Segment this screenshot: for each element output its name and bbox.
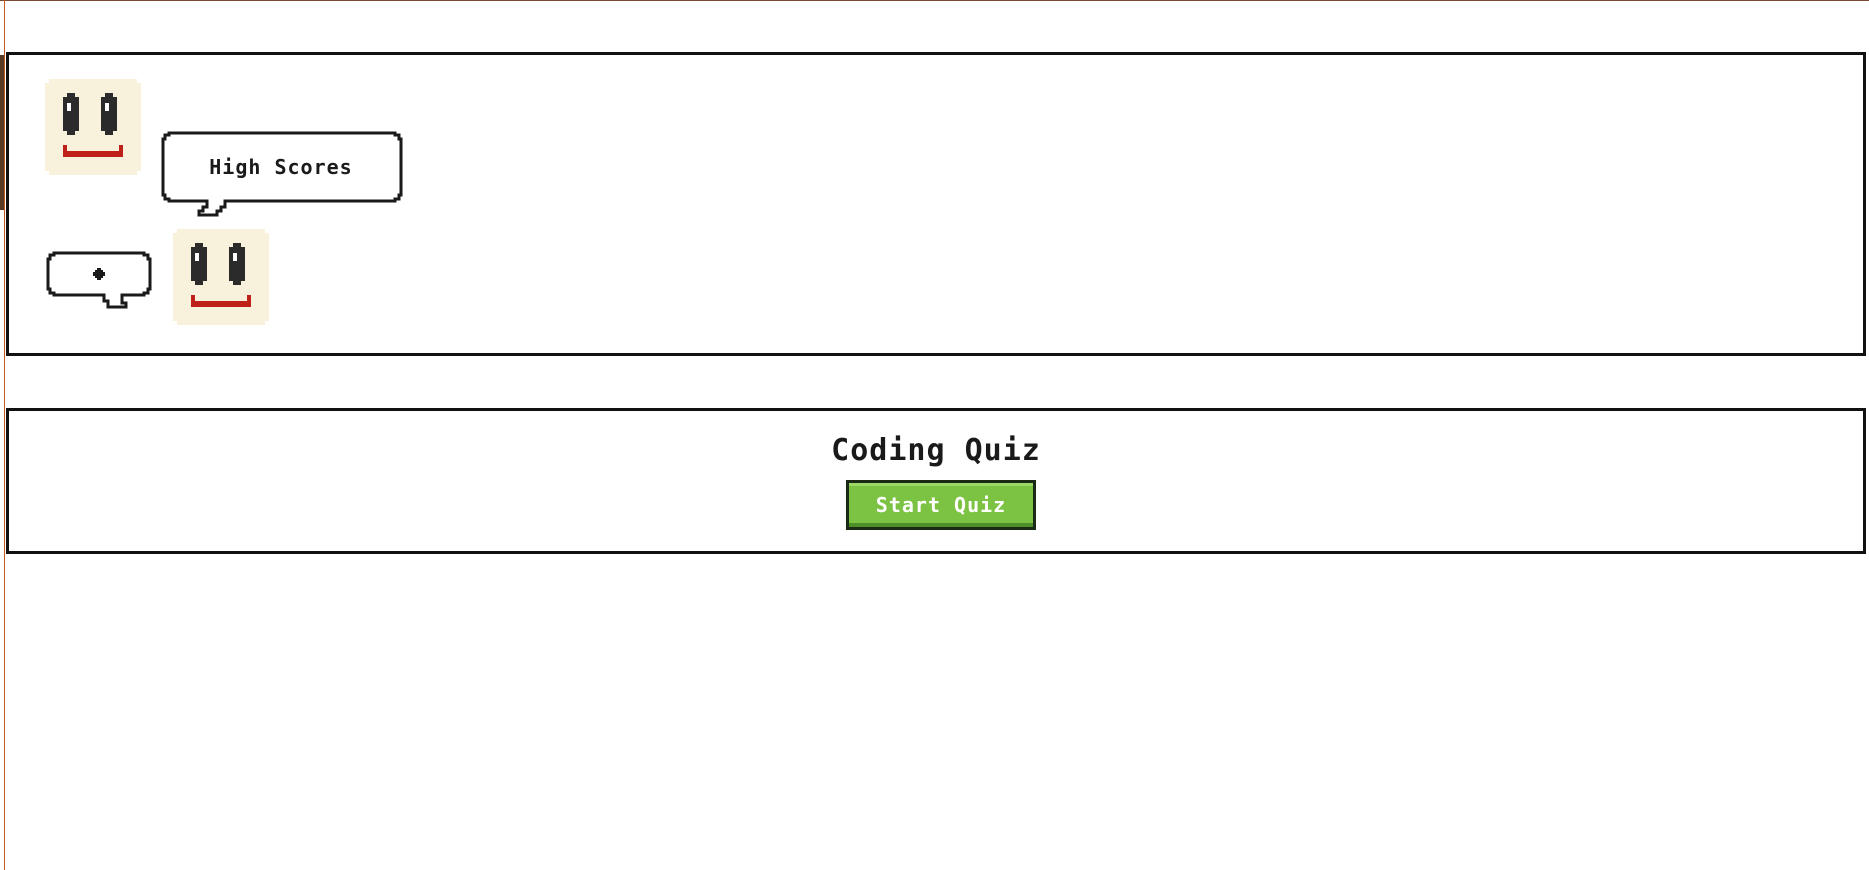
window-left-edge-shadow	[0, 55, 4, 210]
start-quiz-button[interactable]: Start Quiz	[846, 480, 1036, 530]
speech-bubble-icon	[46, 251, 162, 329]
high-scores-bubble[interactable]: High Scores	[161, 131, 407, 223]
header-panel: High Scores	[6, 52, 1866, 356]
quiz-panel: Coding Quiz Start Quiz	[6, 408, 1866, 554]
high-scores-label[interactable]: High Scores	[161, 155, 401, 179]
smiley-face-icon	[45, 79, 141, 175]
window-left-edge	[4, 0, 5, 870]
page-title: Coding Quiz	[831, 433, 1041, 468]
window-top-edge	[0, 0, 1869, 1]
smiley-face-icon	[173, 229, 269, 325]
